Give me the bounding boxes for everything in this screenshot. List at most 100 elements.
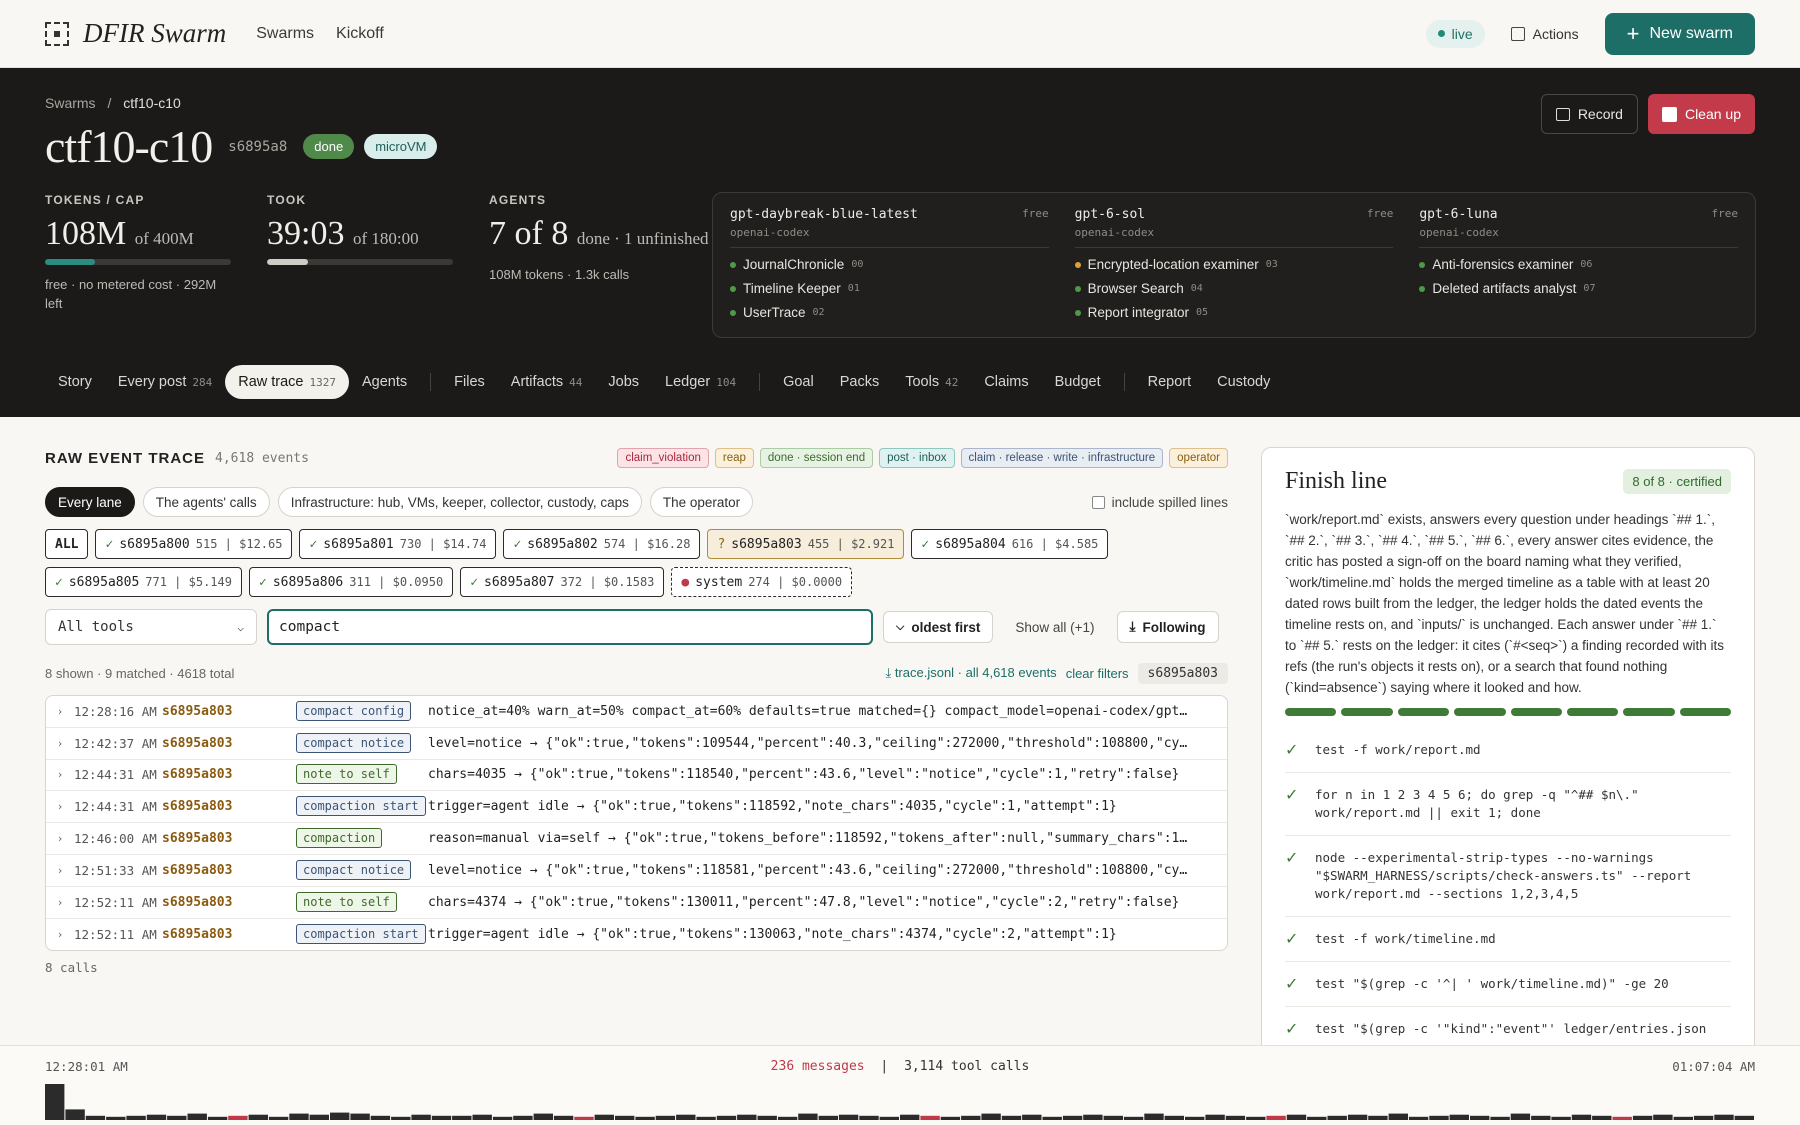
show-all-button[interactable]: Show all (+1)	[1003, 611, 1106, 643]
tab-goal[interactable]: Goal	[770, 365, 827, 399]
clear-filters-link[interactable]: clear filters	[1066, 666, 1129, 681]
event-kind: note to self	[296, 764, 428, 785]
tool-select[interactable]: All tools ⌵	[45, 609, 257, 645]
breadcrumb-root[interactable]: Swarms	[45, 95, 96, 111]
tab-artifacts[interactable]: Artifacts 44	[498, 365, 596, 399]
tab-ledger[interactable]: Ledger 104	[652, 365, 749, 399]
table-row[interactable]: › 12:28:16 AM s6895a803 compact config notic…	[46, 696, 1227, 728]
tab-every-post[interactable]: Every post 284	[105, 365, 225, 399]
activity-bar	[228, 1115, 248, 1120]
table-row[interactable]: › 12:44:31 AM s6895a803 compaction start tri…	[46, 791, 1227, 824]
agent-number: 01	[847, 283, 860, 294]
new-swarm-button[interactable]: + New swarm	[1604, 12, 1755, 55]
tab-report[interactable]: Report	[1135, 365, 1205, 399]
chevron-right-icon[interactable]: ›	[46, 928, 74, 941]
tab-tools[interactable]: Tools 42	[892, 365, 971, 399]
activity-bar	[655, 1115, 676, 1120]
activity-bar	[472, 1114, 492, 1120]
new-swarm-label: New swarm	[1649, 24, 1733, 42]
tab-jobs[interactable]: Jobs	[595, 365, 652, 399]
agent-item[interactable]: Timeline Keeper 01	[730, 281, 1049, 296]
event-time: 12:46:00 AM	[74, 831, 157, 847]
tab-custody[interactable]: Custody	[1204, 365, 1283, 399]
lane-chip-s6895a806[interactable]: ✓ s6895a806 311 | $0.0950	[248, 567, 454, 597]
table-row[interactable]: › 12:52:11 AM s6895a803 compaction start tri…	[46, 919, 1227, 951]
activity-bar	[126, 1115, 146, 1120]
chevron-right-icon[interactable]: ›	[46, 832, 74, 845]
lane-chip-s6895a801[interactable]: ✓ s6895a801 730 | $14.74	[299, 529, 497, 559]
sort-order-button[interactable]: ⌵ oldest first	[883, 611, 994, 643]
agent-number: 05	[1195, 307, 1209, 318]
tab-budget[interactable]: Budget	[1042, 365, 1114, 399]
event-kind-badge: compaction	[296, 828, 383, 849]
table-row[interactable]: › 12:52:11 AM s6895a803 note to self chars=4…	[46, 887, 1227, 919]
tab-agents[interactable]: Agents	[349, 365, 420, 399]
lane-meta: 372 | $0.1583	[560, 575, 655, 589]
table-row[interactable]: › 12:44:31 AM s6895a803 note to self chars=4…	[46, 760, 1227, 792]
clean-up-button[interactable]: Clean up	[1647, 94, 1755, 134]
event-kind-badge: compact notice	[296, 859, 412, 880]
lane-chip-s6895a805[interactable]: ✓ s6895a805 771 | $5.149	[45, 567, 242, 597]
agent-item[interactable]: Encrypted-location examiner 03	[1074, 257, 1394, 272]
tab-story[interactable]: Story	[45, 365, 105, 399]
lane-chip-all[interactable]: ALL	[45, 529, 89, 559]
filter-every-lane[interactable]: Every lane	[45, 487, 135, 517]
tab-packs[interactable]: Packs	[827, 365, 893, 399]
nav-link-swarms[interactable]: Swarms	[256, 25, 314, 43]
chevron-right-icon[interactable]: ›	[46, 800, 74, 813]
agent-item[interactable]: Browser Search 04	[1074, 281, 1394, 296]
agent-item[interactable]: JournalChronicle 00	[730, 257, 1049, 272]
following-label: Following	[1142, 619, 1206, 635]
tab-label: Budget	[1054, 374, 1101, 390]
activity-bar	[248, 1114, 268, 1120]
activity-bar	[187, 1113, 207, 1120]
tab-raw-trace[interactable]: Raw trace 1327	[225, 365, 349, 399]
activity-bar	[1062, 1115, 1083, 1120]
agent-item[interactable]: Deleted artifacts analyst 07	[1419, 281, 1738, 296]
lane-chip-s6895a803[interactable]: ? s6895a803 455 | $2.921	[707, 529, 905, 559]
record-button[interactable]: Record	[1540, 94, 1638, 134]
lane-status-icon: ●	[681, 574, 690, 590]
filter-operator[interactable]: The operator	[649, 487, 754, 517]
lane-chip-s6895a807[interactable]: ✓ s6895a807 372 | $0.1583	[460, 567, 665, 597]
table-row[interactable]: › 12:51:33 AM s6895a803 compact notice level…	[46, 855, 1227, 887]
model-tier: free	[1366, 207, 1394, 220]
tab-files[interactable]: Files	[441, 365, 498, 399]
event-lane: s6895a803	[162, 767, 233, 783]
spilled-checkbox[interactable]	[1091, 495, 1105, 509]
trace-search-input[interactable]	[267, 609, 873, 645]
lane-chip-s6895a802[interactable]: ✓ s6895a802 574 | $16.28	[503, 529, 701, 559]
lane-chip-s6895a804[interactable]: ✓ s6895a804 616 | $4.585	[911, 529, 1109, 559]
lane-chip-s6895a800[interactable]: ✓ s6895a800 515 | $12.65	[95, 529, 293, 559]
following-button[interactable]: ⤓ Following	[1116, 611, 1219, 643]
table-row[interactable]: › 12:46:00 AM s6895a803 compaction reason=ma…	[46, 823, 1227, 855]
chevron-right-icon[interactable]: ›	[46, 864, 74, 877]
chevron-right-icon[interactable]: ›	[46, 705, 74, 718]
stat-agents-value: 7 of 8	[489, 215, 569, 252]
include-spilled-toggle[interactable]: include spilled lines	[1091, 495, 1228, 510]
brand-name[interactable]: DFIR Swarm	[83, 18, 226, 49]
event-kind-badge: compaction start	[296, 923, 426, 944]
filter-agents-calls[interactable]: The agents' calls	[142, 487, 270, 517]
model-name: gpt-daybreak-blue-latest	[730, 207, 918, 222]
lane-status-icon: ✓	[470, 574, 479, 590]
lane-chip-system[interactable]: ● system 274 | $0.0000	[671, 567, 853, 597]
actions-button[interactable]: Actions	[1503, 20, 1587, 48]
active-lane-chip[interactable]: s6895a803	[1137, 662, 1228, 684]
filter-infrastructure[interactable]: Infrastructure: hub, VMs, keeper, collec…	[277, 487, 642, 517]
tab-claims[interactable]: Claims	[971, 365, 1041, 399]
agent-item[interactable]: Report integrator 05	[1074, 305, 1394, 320]
activity-bar	[1632, 1115, 1653, 1120]
nav-link-kickoff[interactable]: Kickoff	[336, 25, 384, 43]
chevron-right-icon[interactable]: ›	[46, 737, 74, 750]
chevron-right-icon[interactable]: ›	[46, 768, 74, 781]
table-row[interactable]: › 12:42:37 AM s6895a803 compact notice level…	[46, 728, 1227, 760]
agent-item[interactable]: Anti-forensics examiner 06	[1419, 257, 1738, 272]
lane-status-icon: ?	[717, 536, 726, 552]
download-trace-link[interactable]: ⤓ trace.jsonl · all 4,618 events	[885, 665, 1056, 681]
chevron-right-icon[interactable]: ›	[46, 896, 74, 909]
activity-sparkline[interactable]	[45, 1082, 1755, 1122]
agent-item[interactable]: UserTrace 02	[730, 305, 1049, 320]
lane-id: s6895a806	[272, 574, 344, 590]
lane-id: s6895a807	[484, 574, 555, 590]
